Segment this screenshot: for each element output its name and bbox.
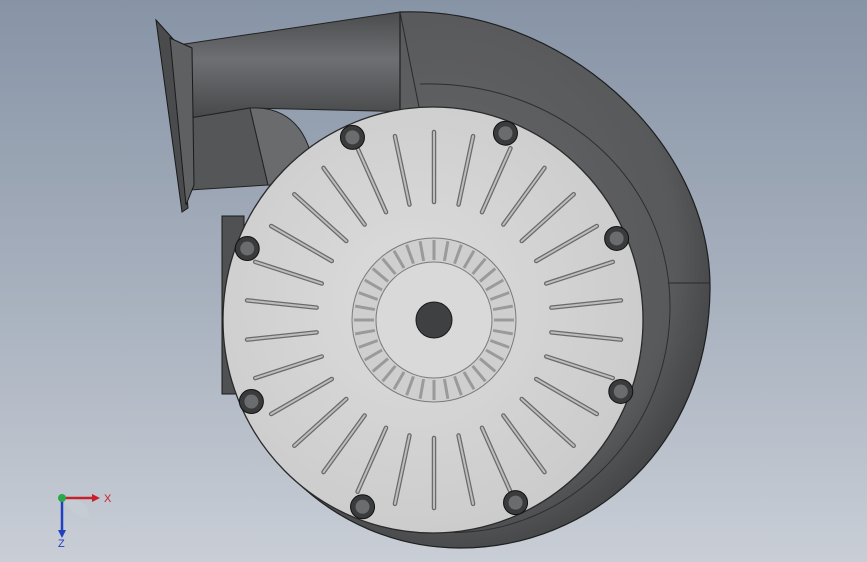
bolt-socket-icon: [240, 241, 255, 256]
z-arrow-icon: [58, 530, 66, 538]
bolt-socket-icon: [498, 126, 513, 141]
outlet-flange[interactable]: [155, 18, 195, 213]
y-axis-icon: [58, 494, 66, 502]
bolt-socket-icon: [508, 495, 523, 510]
x-axis-label: X: [104, 493, 112, 505]
blower-model[interactable]: [0, 0, 867, 562]
drive-shaft[interactable]: [415, 301, 453, 339]
bolt-socket-icon: [244, 394, 259, 409]
cad-viewport[interactable]: X Z: [0, 0, 867, 562]
bolt-socket-icon: [609, 231, 624, 246]
z-axis-label: Z: [58, 538, 65, 548]
bolt-socket-icon: [613, 384, 628, 399]
orientation-triad[interactable]: X Z: [40, 478, 120, 548]
x-arrow-icon: [92, 494, 100, 502]
triad-plane-icon: [62, 497, 90, 518]
bolt-socket-icon: [345, 130, 360, 145]
bolt-socket-icon: [355, 499, 370, 514]
